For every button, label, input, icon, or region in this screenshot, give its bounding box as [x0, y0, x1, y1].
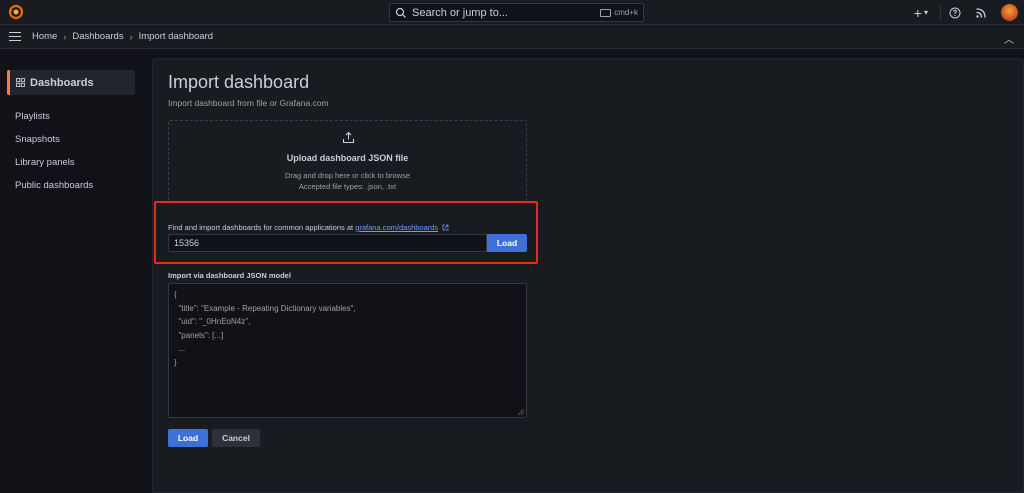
- search-shortcut-text: cmd+k: [614, 8, 638, 17]
- topbar-actions: + ▾: [914, 0, 1024, 25]
- news-icon[interactable]: [975, 7, 987, 19]
- load-button[interactable]: Load: [168, 429, 208, 447]
- json-model-label: Import via dashboard JSON model: [168, 271, 291, 280]
- grafana-com-label-text: Find and import dashboards for common ap…: [168, 223, 354, 232]
- upload-dropzone[interactable]: Upload dashboard JSON file Drag and drop…: [168, 120, 527, 202]
- menu-icon[interactable]: [9, 31, 21, 42]
- json-line: "title": "Example - Repeating Dictionary…: [174, 303, 356, 313]
- search-placeholder: Search or jump to...: [412, 6, 508, 19]
- chevron-right-icon: ›: [63, 31, 67, 42]
- chevron-up-icon[interactable]: ︿: [1004, 31, 1014, 46]
- load-id-button[interactable]: Load: [487, 234, 527, 252]
- help-icon[interactable]: [949, 7, 961, 19]
- grafana-logo-icon[interactable]: [8, 4, 24, 20]
- page-title: Import dashboard: [168, 72, 310, 92]
- upload-icon: [342, 131, 355, 144]
- sidebar: Dashboards Playlists Snapshots Library p…: [0, 49, 143, 493]
- search-icon: [395, 7, 406, 18]
- page-subtitle: Import dashboard from file or Grafana.co…: [168, 98, 329, 108]
- sidebar-item-snapshots[interactable]: Snapshots: [15, 134, 60, 145]
- breadcrumb-item-current: Import dashboard: [138, 31, 214, 42]
- upload-title: Upload dashboard JSON file: [286, 153, 409, 163]
- sidebar-item-public-dashboards[interactable]: Public dashboards: [15, 180, 93, 191]
- external-link-icon: [442, 224, 449, 231]
- json-line: }: [174, 357, 177, 367]
- top-navbar: Search or jump to... cmd+k + ▾: [0, 0, 1024, 25]
- json-line: "panels": [...]: [174, 330, 224, 340]
- search-bar[interactable]: Search or jump to... cmd+k: [389, 3, 644, 22]
- chevron-down-icon: ▾: [923, 8, 928, 17]
- sidebar-section-title: Dashboards: [30, 76, 94, 89]
- avatar[interactable]: [1001, 4, 1018, 21]
- cancel-button[interactable]: Cancel: [212, 429, 260, 447]
- breadcrumb-item-home[interactable]: Home: [32, 31, 57, 42]
- highlight-box: [154, 201, 538, 264]
- new-menu-button[interactable]: + ▾: [914, 5, 928, 21]
- json-line: ...: [174, 344, 186, 353]
- grafana-com-link[interactable]: grafana.com/dashboards: [355, 223, 438, 232]
- upload-hint: Drag and drop here or click to browse: [284, 171, 411, 180]
- active-indicator: [7, 70, 10, 95]
- json-line: "uid": "_0HnEoN4z",: [174, 317, 251, 326]
- resize-handle-icon[interactable]: [518, 409, 524, 415]
- grafana-com-label: Find and import dashboards for common ap…: [168, 223, 449, 232]
- apps-icon: [16, 78, 25, 87]
- json-model-textarea[interactable]: { "title": "Example - Repeating Dictiona…: [168, 283, 527, 418]
- sidebar-section-dashboards[interactable]: Dashboards: [7, 70, 135, 95]
- plus-icon: +: [913, 4, 922, 21]
- chevron-right-icon: ›: [129, 31, 133, 42]
- sidebar-item-library-panels[interactable]: Library panels: [15, 157, 75, 168]
- sidebar-item-playlists[interactable]: Playlists: [15, 111, 50, 122]
- json-line: {: [174, 290, 177, 299]
- divider: [940, 5, 941, 20]
- search-shortcut: cmd+k: [600, 8, 638, 17]
- breadcrumb-item-dashboards[interactable]: Dashboards: [72, 31, 123, 42]
- keyboard-icon: [600, 8, 612, 17]
- breadcrumb: Home › Dashboards › Import dashboard ︿: [0, 25, 1024, 49]
- upload-file-types: Accepted file types: .json, .txt: [298, 182, 397, 191]
- dashboard-id-input[interactable]: 15356: [168, 234, 487, 252]
- main-panel: Import dashboard Import dashboard from f…: [152, 58, 1024, 493]
